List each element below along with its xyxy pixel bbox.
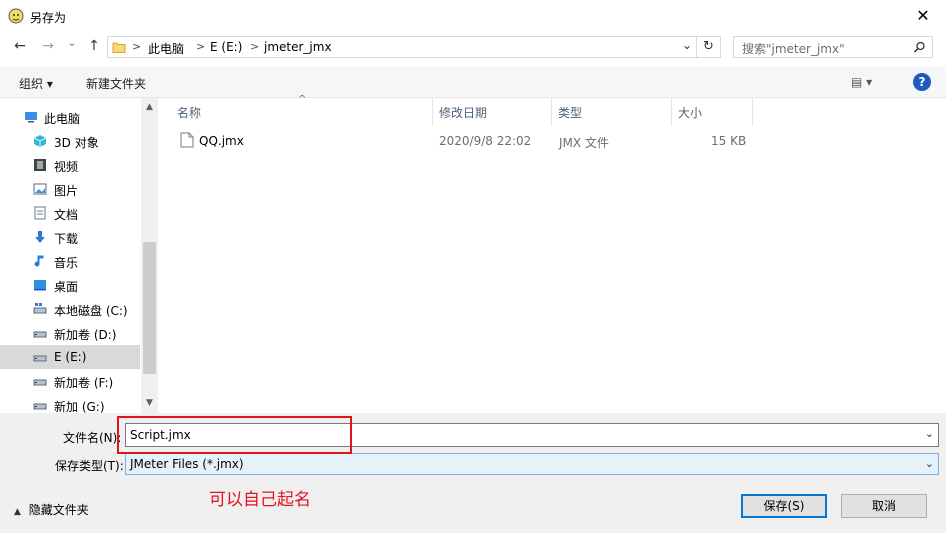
- file-modified: 2020/9/8 22:02: [439, 134, 532, 148]
- column-divider[interactable]: [432, 98, 433, 126]
- nav-item-label: 新加卷 (F:): [54, 376, 114, 390]
- download-icon: [35, 231, 45, 243]
- scroll-down-button[interactable]: ▼: [141, 398, 158, 408]
- cancel-button[interactable]: 取消: [841, 494, 927, 518]
- drive-icon: [33, 355, 47, 362]
- view-options-button[interactable]: ▤ ▾: [851, 75, 872, 89]
- crumb-folder[interactable]: jmeter_jmx: [264, 40, 332, 54]
- nav-item-label: E (E:): [54, 350, 87, 364]
- navigation-pane: 此电脑 3D 对象 视频 图片 文档 下载 音乐 桌面 本地磁盘 (C:) 新加…: [0, 98, 158, 414]
- nav-item-label: 视频: [54, 160, 79, 174]
- command-bar: 组织 ▾ 新建文件夹 ▤ ▾ ?: [0, 66, 946, 98]
- forward-button[interactable]: →: [38, 38, 58, 54]
- title-bar: [0, 0, 946, 32]
- filename-label: 文件名(N):: [63, 431, 122, 445]
- picture-icon: [33, 183, 47, 195]
- window-title: 另存为: [30, 11, 67, 25]
- folder-icon: [112, 42, 126, 53]
- nav-item-label: 下载: [54, 232, 79, 246]
- drive-c-icon: [33, 303, 47, 314]
- new-folder-button[interactable]: 新建文件夹: [86, 75, 146, 92]
- sort-indicator: ^: [298, 94, 307, 105]
- music-icon: [34, 255, 44, 267]
- back-button[interactable]: ←: [10, 38, 30, 54]
- nav-item-desktop[interactable]: 桌面: [0, 273, 140, 297]
- crumb-separator: >: [132, 40, 142, 53]
- nav-item-music[interactable]: 音乐: [0, 249, 140, 273]
- nav-item-drive-d[interactable]: 新加卷 (D:): [0, 321, 140, 345]
- nav-item-documents[interactable]: 文档: [0, 201, 140, 225]
- organize-button[interactable]: 组织 ▾: [19, 75, 53, 92]
- filetype-dropdown-button[interactable]: ⌄: [925, 457, 934, 470]
- computer-icon: [25, 112, 37, 123]
- nav-item-drive-c[interactable]: 本地磁盘 (C:): [0, 297, 140, 321]
- column-divider[interactable]: [752, 98, 753, 126]
- refresh-button[interactable]: ↻: [697, 36, 721, 58]
- filetype-label: 保存类型(T):: [55, 459, 124, 473]
- column-divider[interactable]: [671, 98, 672, 126]
- scrollbar-thumb[interactable]: [143, 242, 156, 374]
- nav-item-pictures[interactable]: 图片: [0, 177, 140, 201]
- drive-icon: [33, 331, 47, 338]
- hide-folders-label: 隐藏文件夹: [28, 503, 89, 517]
- column-divider[interactable]: [551, 98, 552, 126]
- filetype-value: JMeter Files (*.jmx): [130, 457, 244, 471]
- column-header-name[interactable]: 名称: [177, 104, 201, 121]
- save-button[interactable]: 保存(S): [741, 494, 827, 518]
- nav-pane-scrollbar[interactable]: ▲ ▼: [141, 98, 158, 413]
- column-header-type[interactable]: 类型: [558, 104, 582, 121]
- nav-item-videos[interactable]: 视频: [0, 153, 140, 177]
- crumb-separator: >: [250, 40, 260, 53]
- chevron-up-icon: ▲: [14, 507, 21, 517]
- nav-item-drive-e[interactable]: E (E:): [0, 345, 140, 369]
- desktop-icon: [34, 280, 46, 291]
- drive-icon: [33, 379, 47, 386]
- nav-item-label: 本地磁盘 (C:): [54, 304, 128, 318]
- nav-item-label: 此电脑: [44, 112, 81, 126]
- nav-item-label: 音乐: [54, 256, 79, 270]
- filetype-select[interactable]: JMeter Files (*.jmx) ⌄: [125, 453, 939, 475]
- address-bar[interactable]: > 此电脑 > E (E:) > jmeter_jmx ⌄: [107, 36, 697, 58]
- file-icon: [180, 132, 194, 148]
- nav-item-label: 3D 对象: [54, 136, 99, 150]
- recent-locations-button[interactable]: ⌄: [64, 36, 80, 49]
- search-box[interactable]: 搜索"jmeter_jmx": [733, 36, 933, 58]
- hide-folders-button[interactable]: ▲ 隐藏文件夹: [14, 501, 89, 518]
- nav-item-label: 新加卷 (D:): [54, 328, 117, 342]
- nav-item-label: 文档: [54, 208, 79, 222]
- annotation-highlight-box: [117, 416, 352, 454]
- crumb-separator: >: [196, 40, 206, 53]
- file-type: JMX 文件: [559, 136, 609, 150]
- file-size: 15 KB: [711, 134, 747, 148]
- up-button[interactable]: ↑: [84, 38, 104, 54]
- help-icon[interactable]: ?: [913, 73, 931, 91]
- document-icon: [34, 206, 46, 220]
- film-icon: [34, 159, 46, 171]
- nav-item-downloads[interactable]: 下载: [0, 225, 140, 249]
- table-row[interactable]: QQ.jmx 2020/9/8 22:02 JMX 文件 15 KB: [170, 128, 760, 154]
- drive-icon: [33, 403, 47, 410]
- column-header-modified[interactable]: 修改日期: [439, 104, 487, 121]
- filename-dropdown-button[interactable]: ⌄: [925, 427, 934, 440]
- search-icon[interactable]: [913, 41, 926, 54]
- app-icon: [8, 8, 24, 24]
- search-placeholder: 搜索"jmeter_jmx": [742, 42, 845, 56]
- nav-item-this-pc[interactable]: 此电脑: [0, 105, 140, 129]
- close-button[interactable]: ✕: [908, 4, 938, 28]
- scroll-up-button[interactable]: ▲: [141, 102, 158, 112]
- nav-item-drive-f[interactable]: 新加卷 (F:): [0, 369, 140, 393]
- crumb-drive-e[interactable]: E (E:): [210, 40, 242, 54]
- file-name: QQ.jmx: [199, 134, 244, 148]
- nav-item-3d-objects[interactable]: 3D 对象: [0, 129, 140, 153]
- crumb-this-pc[interactable]: 此电脑: [148, 40, 184, 57]
- nav-item-label: 图片: [54, 184, 79, 198]
- nav-item-label: 桌面: [54, 280, 79, 294]
- annotation-text: 可以自己起名: [209, 490, 311, 510]
- column-header-size[interactable]: 大小: [678, 104, 702, 121]
- cube-icon: [33, 135, 47, 147]
- address-dropdown-button[interactable]: ⌄: [682, 38, 692, 52]
